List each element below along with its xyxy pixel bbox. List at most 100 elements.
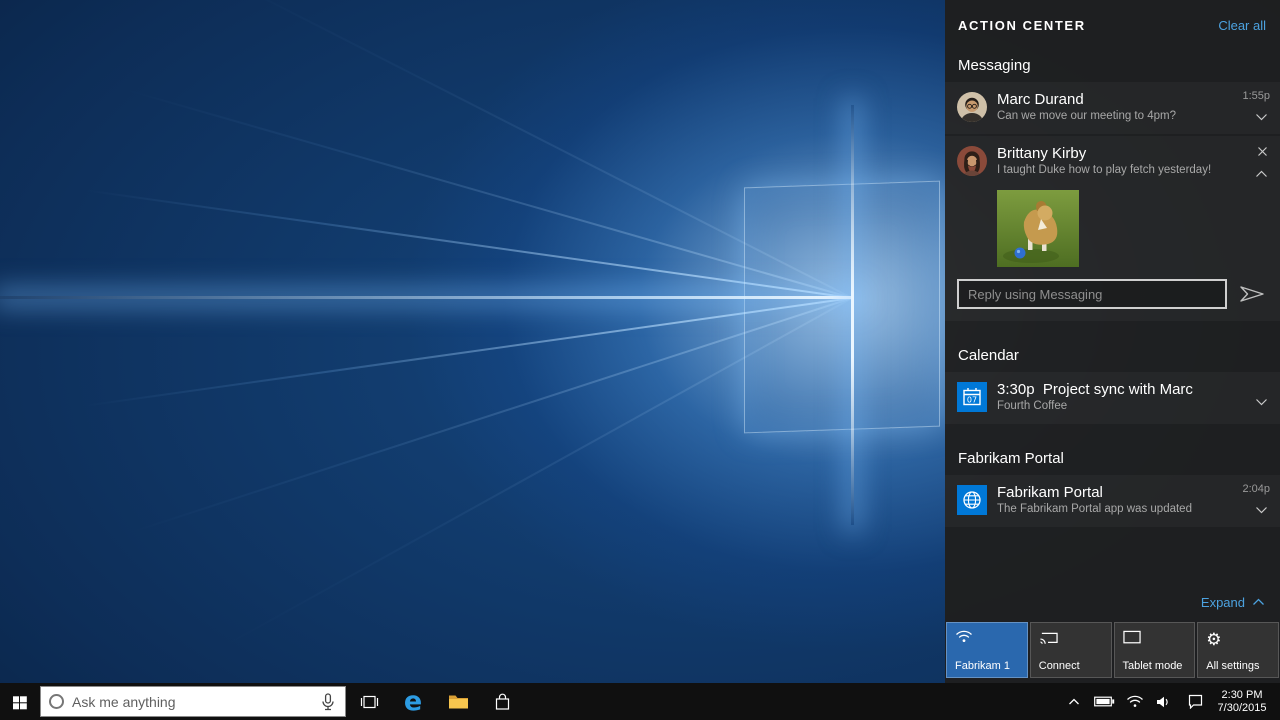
network-tray-button[interactable] (1122, 683, 1147, 720)
light-ray (121, 0, 853, 299)
light-ray (134, 297, 852, 683)
notification-meta: 1:55p (1237, 90, 1270, 123)
wifi-icon (955, 630, 975, 650)
notification-brittany-kirby[interactable]: Brittany Kirby I taught Duke how to play… (945, 136, 1280, 321)
notification-message: I taught Duke how to play fetch yesterda… (997, 163, 1248, 178)
dog-photo-attachment[interactable] (997, 190, 1079, 267)
chevron-down-icon (1255, 502, 1268, 517)
task-view-button[interactable] (349, 683, 389, 720)
start-button[interactable] (0, 683, 40, 720)
edge-icon: e (404, 688, 422, 715)
light-ray (25, 60, 852, 299)
light-ray (0, 297, 852, 421)
file-explorer-button[interactable] (436, 683, 480, 720)
action-center-title: ACTION CENTER (958, 18, 1086, 33)
notification-body: Fabrikam Portal The Fabrikam Portal app … (987, 483, 1237, 517)
network-wifi-icon (1126, 695, 1144, 708)
notification-head: Fabrikam Portal The Fabrikam Portal app … (957, 483, 1270, 517)
search-input[interactable] (64, 694, 321, 710)
shopping-bag-icon (495, 693, 510, 711)
action-center-panel: ACTION CENTER Clear all Messaging (945, 0, 1280, 683)
action-center-header: ACTION CENTER Clear all (945, 0, 1280, 33)
notification-title: Brittany Kirby (997, 144, 1248, 163)
reply-row (957, 279, 1270, 309)
notification-head: 07 3:30p Project sync with Marc Fourth C… (957, 380, 1270, 414)
messaging-section-header: Messaging (945, 57, 1280, 74)
chevron-up-icon (1068, 698, 1080, 706)
notification-calendar-event[interactable]: 07 3:30p Project sync with Marc Fourth C… (945, 372, 1280, 424)
send-reply-button[interactable] (1236, 282, 1268, 306)
wallpaper-window-shape (744, 181, 940, 434)
close-notification-button[interactable] (1255, 144, 1270, 159)
edge-browser-button[interactable]: e (391, 683, 435, 720)
expand-notification-button[interactable] (1253, 111, 1270, 123)
microphone-icon[interactable] (321, 693, 337, 711)
volume-tray-button[interactable] (1150, 683, 1175, 720)
settings-gear-icon: ⚙ (1206, 630, 1226, 650)
quick-actions-row: Fabrikam 1 Connect Tablet mode ⚙ All set… (945, 622, 1280, 678)
battery-tray-button[interactable] (1091, 683, 1117, 720)
notification-fabrikam-portal[interactable]: Fabrikam Portal The Fabrikam Portal app … (945, 475, 1280, 527)
notification-message: The Fabrikam Portal app was updated (997, 502, 1237, 517)
notification-body: Marc Durand Can we move our meeting to 4… (987, 90, 1237, 124)
tablet-mode-icon (1123, 630, 1143, 650)
expand-notification-button[interactable] (1253, 504, 1270, 516)
expand-label: Expand (1201, 595, 1245, 610)
quick-action-connect[interactable]: Connect (1030, 622, 1112, 678)
notification-meta (1248, 380, 1270, 414)
event-title: Project sync with Marc (1043, 381, 1193, 398)
wallpaper-horizontal-beam (0, 296, 854, 299)
close-icon (1257, 145, 1268, 160)
quick-action-label: Connect (1039, 660, 1080, 672)
quick-action-label: Tablet mode (1123, 660, 1183, 672)
action-center-icon (1188, 694, 1203, 709)
reply-input[interactable] (957, 279, 1227, 309)
collapse-notification-button[interactable] (1253, 168, 1270, 180)
calendar-section-header: Calendar (945, 347, 1280, 364)
send-icon (1239, 291, 1265, 306)
speaker-icon (1156, 696, 1170, 708)
quick-action-label: All settings (1206, 660, 1259, 672)
cortana-icon[interactable] (49, 694, 64, 709)
quick-action-wifi-fabrikam1[interactable]: Fabrikam 1 (946, 622, 1028, 678)
clear-all-button[interactable]: Clear all (1218, 18, 1266, 33)
fabrikam-portal-app-icon (957, 485, 987, 515)
action-center-tray-button[interactable] (1182, 683, 1208, 720)
taskbar-clock[interactable]: 2:30 PM 7/30/2015 (1210, 683, 1274, 720)
task-view-icon (360, 695, 379, 709)
store-button[interactable] (481, 683, 523, 720)
clock-time: 2:30 PM (1222, 689, 1263, 702)
notification-title: Fabrikam Portal (997, 483, 1237, 502)
notification-head: Brittany Kirby I taught Duke how to play… (957, 144, 1270, 180)
folder-icon (448, 693, 469, 710)
notification-marc-durand[interactable]: Marc Durand Can we move our meeting to 4… (945, 82, 1280, 134)
quick-action-all-settings[interactable]: ⚙ All settings (1197, 622, 1279, 678)
chevron-down-icon (1255, 109, 1268, 124)
event-time: 3:30p (997, 381, 1035, 398)
brittany-avatar (957, 146, 987, 176)
fabrikam-section-header: Fabrikam Portal (945, 450, 1280, 467)
notification-body: 3:30p Project sync with Marc Fourth Coff… (987, 380, 1248, 414)
quick-action-label: Fabrikam 1 (955, 660, 1010, 672)
chevron-up-icon (1252, 593, 1265, 611)
notification-time: 1:55p (1242, 90, 1270, 102)
svg-text:07: 07 (967, 396, 977, 405)
battery-icon (1094, 696, 1115, 707)
light-ray (34, 297, 853, 565)
show-hidden-icons-button[interactable] (1062, 683, 1086, 720)
light-ray (0, 175, 852, 299)
taskbar: e (0, 683, 1280, 720)
connect-icon (1039, 630, 1059, 650)
windows-logo-icon (12, 694, 28, 710)
event-location: Fourth Coffee (997, 399, 1248, 414)
notification-head: Marc Durand Can we move our meeting to 4… (957, 90, 1270, 124)
expand-notification-button[interactable] (1253, 396, 1270, 408)
notification-time: 2:04p (1242, 483, 1270, 495)
quick-action-tablet-mode[interactable]: Tablet mode (1114, 622, 1196, 678)
notification-body: Brittany Kirby I taught Duke how to play… (987, 144, 1248, 178)
calendar-app-icon: 07 (957, 382, 987, 412)
event-title-line: 3:30p Project sync with Marc (997, 380, 1248, 399)
notification-meta (1248, 144, 1270, 180)
expand-quick-actions-button[interactable]: Expand (945, 593, 1280, 622)
wallpaper-vertical-beam (851, 105, 854, 525)
